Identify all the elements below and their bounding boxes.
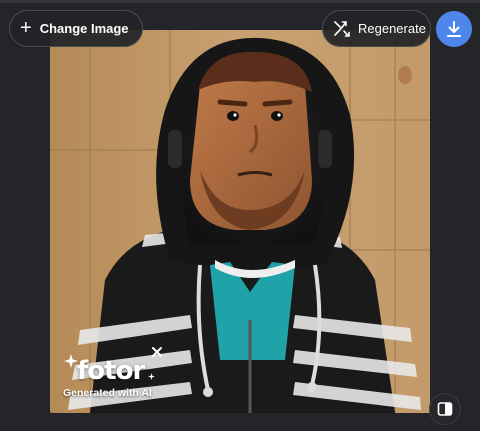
watermark-brand: fotor [77,356,145,386]
plus-icon: + [20,16,32,39]
close-icon[interactable] [150,345,164,359]
compare-split-icon [437,402,453,416]
regenerate-arrows-icon [334,20,350,37]
download-icon [447,21,461,37]
compare-button[interactable] [429,393,461,425]
regenerate-label: Regenerate [358,21,426,36]
sparkle-icon [64,354,78,368]
change-image-button[interactable]: + Change Image [9,10,143,47]
regenerate-button[interactable]: Regenerate [322,10,431,47]
fotor-watermark: fotor Generated with AI [62,354,162,404]
change-image-label: Change Image [39,21,129,36]
download-button[interactable] [436,11,472,47]
watermark-caption: Generated with AI [63,387,152,399]
sparkle-small-icon [148,373,155,380]
top-border [0,0,480,3]
